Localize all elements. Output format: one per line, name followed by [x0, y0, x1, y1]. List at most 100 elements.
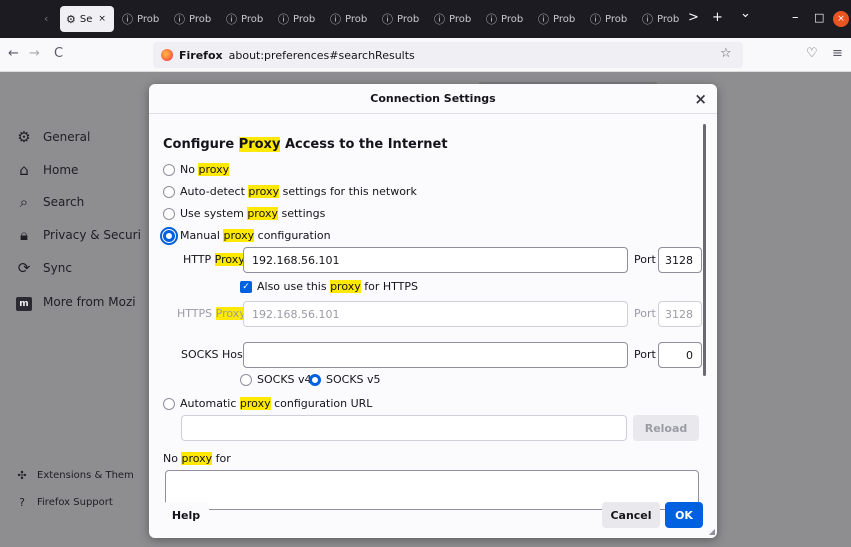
- radio-socks-v4[interactable]: [240, 373, 252, 386]
- sidebar-item-privacy[interactable]: 🔒︎ Privacy & Securi: [15, 226, 141, 244]
- forward-arrow-icon[interactable]: →: [29, 46, 40, 61]
- label-text: HTTPS: [177, 307, 216, 320]
- https-proxy-label: HTTPS Proxy: [177, 307, 246, 320]
- sidebar-item-general[interactable]: ⚙ General: [15, 128, 90, 146]
- sidebar-item-label: More from Mozi: [43, 294, 136, 309]
- no-proxy-option[interactable]: No proxy: [163, 163, 230, 176]
- sidebar-item-search[interactable]: ⌕ Search: [15, 193, 84, 211]
- search-highlight: Proxy: [238, 137, 281, 152]
- radio-manual-proxy[interactable]: [160, 226, 178, 245]
- option-label: SOCKS v4: [257, 373, 312, 386]
- tab-problem[interactable]: ⓘ Prob: [480, 6, 530, 32]
- radio-system-proxy[interactable]: [163, 207, 175, 220]
- checkbox-checked-icon[interactable]: ✓: [240, 280, 252, 293]
- sidebar-item-sync[interactable]: ⟳ Sync: [15, 259, 72, 277]
- mozilla-icon: m: [16, 297, 32, 311]
- option-label: Use system proxy settings: [180, 207, 325, 220]
- auto-config-url-option[interactable]: Automatic proxy configuration URL: [163, 397, 372, 410]
- field-value: 3128: [665, 307, 693, 321]
- minimize-icon[interactable]: –: [792, 10, 799, 25]
- sidebar-item-support[interactable]: ? Firefox Support: [15, 496, 113, 509]
- radio-auto-config-url[interactable]: [163, 397, 175, 410]
- radio-no-proxy[interactable]: [163, 163, 175, 176]
- label-text: settings for this network: [279, 185, 417, 198]
- sidebar-item-label: Sync: [43, 261, 72, 275]
- gear-icon: ⚙: [66, 12, 76, 26]
- sidebar-item-label: Extensions & Them: [37, 470, 134, 481]
- system-proxy-option[interactable]: Use system proxy settings: [163, 207, 325, 220]
- tab-label: Prob: [397, 13, 420, 25]
- field-value: 3128: [665, 253, 693, 267]
- radio-socks-v5[interactable]: [309, 373, 321, 386]
- label-text: configuration: [254, 229, 331, 242]
- tab-problem[interactable]: ⓘ Prob: [636, 6, 682, 32]
- also-use-for-https-checkbox[interactable]: ✓ Also use this proxy for HTTPS: [240, 280, 418, 293]
- scrollbar[interactable]: [703, 124, 706, 376]
- sidebar-item-home[interactable]: ⌂ Home: [15, 161, 78, 179]
- tab-problem[interactable]: ⓘ Prob: [428, 6, 478, 32]
- cancel-button[interactable]: Cancel: [602, 502, 660, 528]
- window-close-icon[interactable]: ×: [833, 11, 849, 27]
- tab-problem[interactable]: ⓘ Prob: [324, 6, 374, 32]
- socks-host-field[interactable]: [243, 342, 628, 368]
- sidebar-item-more-from-mozilla[interactable]: m More from Mozi: [15, 292, 136, 311]
- search-highlight: proxy: [247, 207, 278, 220]
- no-proxy-for-label: No proxy for: [163, 452, 231, 465]
- search-highlight: proxy: [330, 280, 361, 293]
- resize-grip-icon[interactable]: ◢: [709, 527, 715, 536]
- bookmark-star-icon[interactable]: ☆: [720, 46, 732, 61]
- tab-problem[interactable]: ⓘ Prob: [272, 6, 322, 32]
- app-menu-icon[interactable]: ≡: [832, 46, 843, 61]
- heading-text: Access to the Internet: [280, 137, 448, 152]
- option-label: Automatic proxy configuration URL: [180, 397, 372, 410]
- http-port-label: Port: [634, 253, 656, 266]
- http-port-field[interactable]: 3128: [658, 247, 702, 273]
- tab-label: Prob: [553, 13, 576, 25]
- back-arrow-icon[interactable]: ←: [8, 46, 19, 61]
- help-icon: ?: [19, 496, 25, 509]
- pocket-icon[interactable]: ♡: [806, 46, 818, 61]
- new-tab-icon[interactable]: +: [712, 10, 723, 25]
- label-text: Automatic: [180, 397, 240, 410]
- ok-button[interactable]: OK: [665, 502, 703, 528]
- sidebar-item-label: Privacy & Securi: [43, 228, 141, 242]
- url-text[interactable]: about:preferences#searchResults: [229, 49, 415, 62]
- option-label: SOCKS v5: [326, 373, 381, 386]
- tab-problem[interactable]: ⓘ Prob: [376, 6, 426, 32]
- tab-problem[interactable]: ⓘ Prob: [584, 6, 634, 32]
- label-text: Use system: [180, 207, 248, 220]
- radio-auto-detect[interactable]: [163, 185, 175, 198]
- dialog-header: Connection Settings ×: [149, 84, 717, 114]
- list-all-tabs-icon[interactable]: ⌄: [740, 6, 751, 21]
- manual-proxy-option[interactable]: Manual proxy configuration: [160, 226, 331, 245]
- search-highlight: proxy: [248, 185, 280, 198]
- info-icon: ⓘ: [538, 13, 549, 26]
- tab-scroll-right-icon[interactable]: >: [688, 10, 699, 25]
- maximize-icon[interactable]: □: [814, 11, 824, 24]
- http-proxy-field[interactable]: 192.168.56.101: [243, 247, 628, 273]
- tab-problem[interactable]: ⓘ Prob: [116, 6, 166, 32]
- close-icon[interactable]: ×: [694, 90, 707, 108]
- tab-problem[interactable]: ⓘ Prob: [168, 6, 218, 32]
- tab-scroll-left-icon[interactable]: ‹: [44, 12, 48, 25]
- socks-v5-option[interactable]: SOCKS v5: [309, 373, 381, 386]
- sync-icon: ⟳: [17, 259, 31, 277]
- url-bar[interactable]: Firefox about:preferences#searchResults: [153, 42, 743, 68]
- tab-problem[interactable]: ⓘ Prob: [532, 6, 582, 32]
- close-tab-icon[interactable]: ×: [98, 14, 106, 24]
- label-text: Auto-detect: [180, 185, 249, 198]
- search-highlight: proxy: [181, 452, 213, 465]
- label-text: for: [212, 452, 231, 465]
- tab-problem[interactable]: ⓘ Prob: [220, 6, 270, 32]
- socks-port-field[interactable]: 0: [658, 342, 702, 368]
- field-value: 192.168.56.101: [252, 307, 340, 321]
- help-button[interactable]: Help: [163, 502, 209, 528]
- socks-v4-option[interactable]: SOCKS v4: [240, 373, 312, 386]
- sidebar-item-extensions[interactable]: ✣ Extensions & Them: [15, 469, 134, 482]
- reload-icon[interactable]: C: [54, 46, 63, 61]
- auto-detect-option[interactable]: Auto-detect proxy settings for this netw…: [163, 185, 417, 198]
- label-text: HTTP: [183, 253, 215, 266]
- info-icon: ⓘ: [486, 13, 497, 26]
- field-value: 0: [686, 348, 693, 362]
- tab-settings[interactable]: ⚙ Se ×: [60, 6, 114, 32]
